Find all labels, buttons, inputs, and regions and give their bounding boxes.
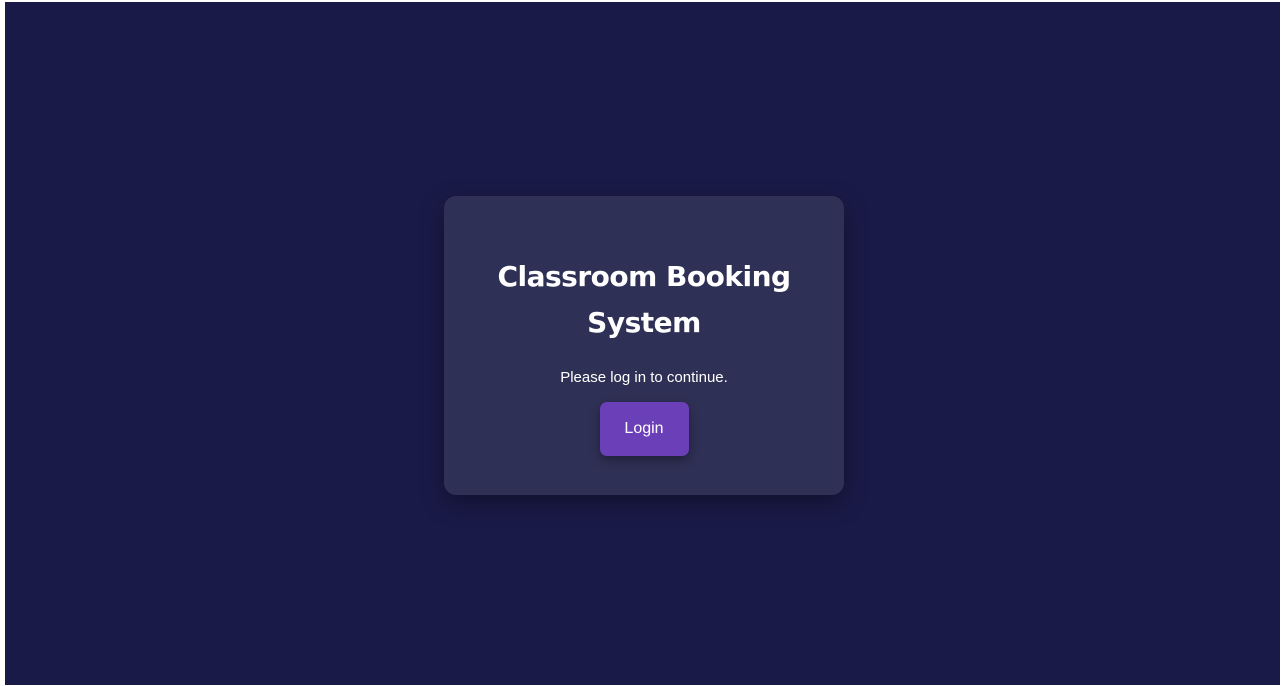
login-prompt: Please log in to continue. bbox=[560, 369, 728, 386]
page-title: Classroom Booking System bbox=[497, 260, 791, 339]
login-card: Classroom Booking System Please log in t… bbox=[444, 196, 844, 495]
login-button[interactable]: Login bbox=[599, 402, 689, 456]
app-background: Classroom Booking System Please log in t… bbox=[5, 2, 1280, 685]
